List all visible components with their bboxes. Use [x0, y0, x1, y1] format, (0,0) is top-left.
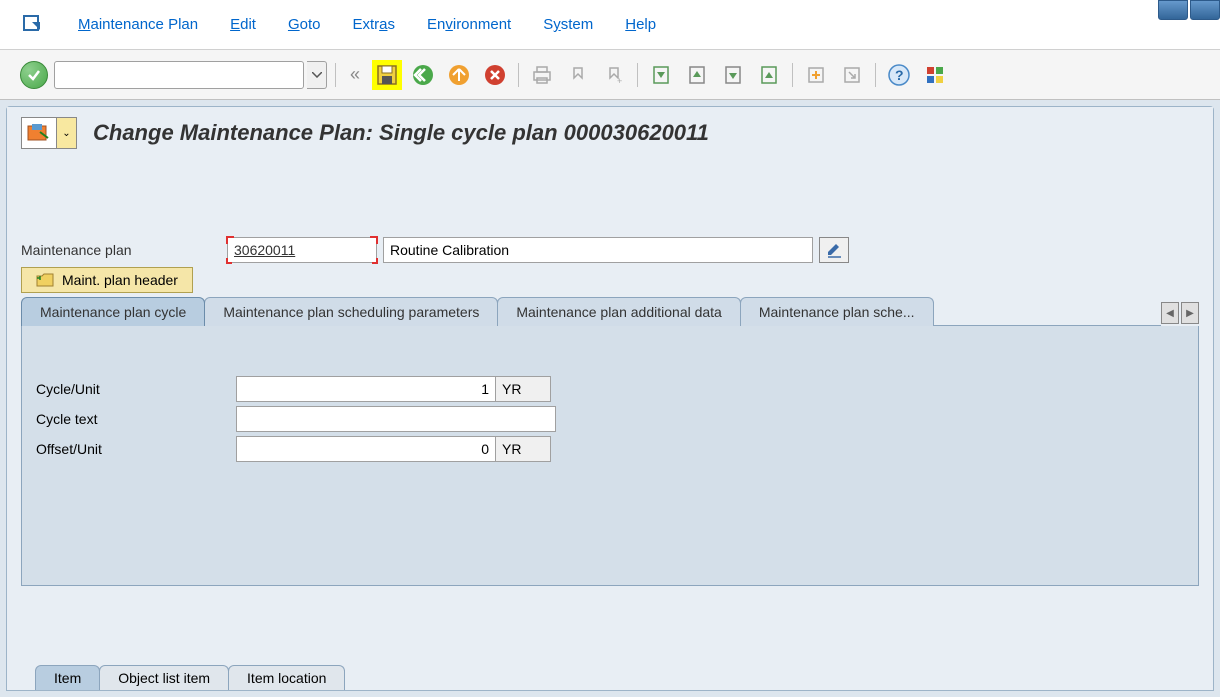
tab-scroll-left[interactable]: ◀: [1161, 302, 1179, 324]
collapse-icon[interactable]: «: [350, 64, 360, 85]
layout-button[interactable]: [920, 60, 950, 90]
main-tabs: Maintenance plan cycle Maintenance plan …: [21, 297, 1199, 326]
maintenance-plan-field-wrap: [227, 237, 377, 263]
find-next-button[interactable]: +: [599, 60, 629, 90]
cycle-text-field[interactable]: [236, 406, 556, 432]
tab-object-list-item[interactable]: Object list item: [99, 665, 229, 690]
cycle-unit-label: Cycle/Unit: [36, 381, 236, 397]
print-button[interactable]: [527, 60, 557, 90]
menu-system[interactable]: System: [543, 16, 593, 33]
menu-environment[interactable]: Environment: [427, 16, 511, 33]
window-minimize-button[interactable]: [1158, 0, 1188, 20]
svg-text:+: +: [617, 76, 622, 86]
app-icon-dropdown[interactable]: ⌄: [56, 118, 76, 148]
menu-goto[interactable]: Goto: [288, 16, 321, 33]
item-tabs: Item Object list item Item location: [35, 665, 344, 690]
tab-scroll-right[interactable]: ▶: [1181, 302, 1199, 324]
enter-button[interactable]: [20, 61, 48, 89]
tab-cycle[interactable]: Maintenance plan cycle: [21, 297, 205, 326]
app-icon-button[interactable]: ⌄: [21, 117, 77, 149]
long-text-button[interactable]: [819, 237, 849, 263]
cycle-unit-field[interactable]: YR: [495, 376, 551, 402]
tab-item-location[interactable]: Item location: [228, 665, 345, 690]
cycle-panel: Cycle/Unit YR Cycle text Offset/Unit YR: [21, 326, 1199, 586]
find-button[interactable]: [563, 60, 593, 90]
menu-edit[interactable]: Edit: [230, 16, 256, 33]
tab-item[interactable]: Item: [35, 665, 100, 690]
cycle-value-field[interactable]: [236, 376, 496, 402]
maint-plan-header-button[interactable]: Maint. plan header: [21, 267, 193, 293]
new-session-button[interactable]: [801, 60, 831, 90]
tab-additional-data[interactable]: Maintenance plan additional data: [497, 297, 741, 326]
menu-maintenance-plan[interactable]: Maintenance Plan: [78, 16, 198, 33]
window-maximize-button[interactable]: [1190, 0, 1220, 20]
next-page-button[interactable]: [718, 60, 748, 90]
toolbar: « + ?: [0, 50, 1220, 100]
prev-page-button[interactable]: [682, 60, 712, 90]
help-button[interactable]: ?: [884, 60, 914, 90]
last-page-button[interactable]: [754, 60, 784, 90]
tab-scheduling-params[interactable]: Maintenance plan scheduling parameters: [204, 297, 498, 326]
sap-logo-icon: [20, 14, 46, 36]
menu-extras[interactable]: Extras: [352, 16, 395, 33]
maintenance-plan-label: Maintenance plan: [21, 242, 221, 258]
maintenance-plan-field[interactable]: [234, 238, 370, 262]
exit-button[interactable]: [444, 60, 474, 90]
shortcut-button[interactable]: [837, 60, 867, 90]
screen-title: Change Maintenance Plan: Single cycle pl…: [93, 120, 709, 146]
cycle-text-label: Cycle text: [36, 411, 236, 427]
tab-scheduling-overview[interactable]: Maintenance plan sche...: [740, 297, 934, 326]
menu-help[interactable]: Help: [625, 16, 656, 33]
back-button[interactable]: [408, 60, 438, 90]
cancel-button[interactable]: [480, 60, 510, 90]
menubar: Maintenance Plan Edit Goto Extras Enviro…: [0, 0, 1220, 50]
save-button[interactable]: [372, 60, 402, 90]
header-btn-label: Maint. plan header: [62, 272, 178, 288]
folder-icon: [36, 273, 54, 287]
offset-value-field[interactable]: [236, 436, 496, 462]
svg-text:?: ?: [895, 67, 904, 83]
maintenance-plan-description-field[interactable]: [383, 237, 813, 263]
command-field[interactable]: [54, 61, 304, 89]
first-page-button[interactable]: [646, 60, 676, 90]
offset-unit-label: Offset/Unit: [36, 441, 236, 457]
command-dropdown[interactable]: [307, 61, 327, 89]
offset-unit-field[interactable]: YR: [495, 436, 551, 462]
